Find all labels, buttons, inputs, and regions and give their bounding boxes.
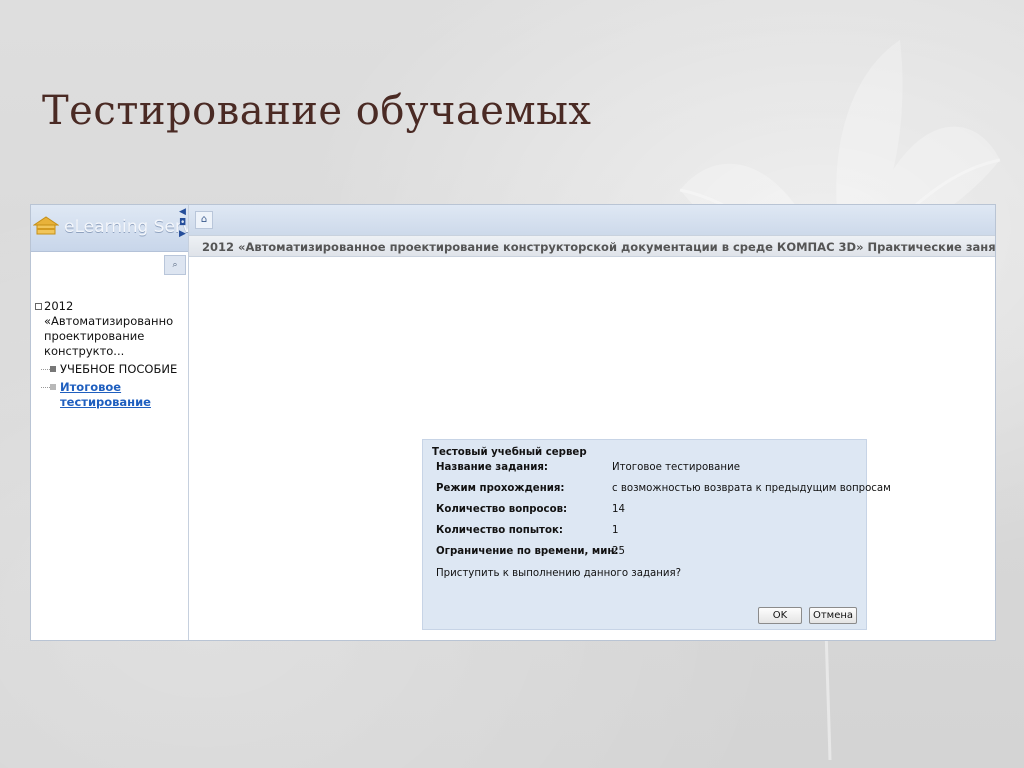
tree-connector [41, 369, 50, 370]
ok-button[interactable]: OK [758, 607, 802, 624]
course-title: 2012 «Автоматизированное проектирование … [189, 235, 995, 257]
home-icon[interactable]: ⌂ [195, 211, 213, 229]
start-prompt: Приступить к выполнению данного задания? [436, 568, 682, 579]
app-window: eLearning Serv ◀ ◘ ▶ ⌕ 2012 «Автоматизир… [30, 204, 996, 641]
row-value: 14 [612, 504, 625, 515]
info-row-questions: Количество вопросов: 14 [436, 504, 866, 518]
logo-text: eLearning Serv [64, 217, 189, 237]
row-label: Количество вопросов: [436, 504, 568, 515]
test-start-dialog: Тестовый учебный сервер Название задания… [422, 439, 891, 630]
row-label: Режим прохождения: [436, 483, 565, 494]
tree-root-label-line: проектирование [44, 329, 145, 343]
cancel-button[interactable]: Отмена [809, 607, 857, 624]
collapse-left-icon[interactable]: ◀ [179, 207, 188, 218]
row-label: Количество попыток: [436, 525, 563, 536]
house-icon [33, 216, 59, 235]
search-icon[interactable]: ⌕ [164, 255, 186, 275]
node-bullet-icon [50, 384, 56, 390]
node-bullet-icon [50, 366, 56, 372]
info-row-mode: Режим прохождения: с возможностью возвра… [436, 483, 891, 497]
row-label: Ограничение по времени, мин: [436, 546, 619, 557]
row-value: 1 [612, 525, 619, 536]
final-test-link[interactable]: Итоговое тестирование [60, 380, 151, 409]
info-row-attempts: Количество попыток: 1 [436, 525, 866, 539]
content-pane: ⌂ 2012 «Автоматизированное проектировани… [189, 205, 995, 640]
info-row-time-limit: Ограничение по времени, мин: 25 [436, 546, 866, 560]
tree-item-label: УЧЕБНОЕ ПОСОБИЕ [60, 362, 178, 376]
pane-collapse-controls[interactable]: ◀ ◘ ▶ [179, 207, 188, 245]
row-value: Итоговое тестирование [612, 462, 740, 473]
tree-root-label-line: 2012 «Автоматизированно [44, 299, 174, 328]
navigation-pane: eLearning Serv ◀ ◘ ▶ ⌕ 2012 «Автоматизир… [31, 205, 189, 640]
dialog-title: Тестовый учебный сервер [432, 447, 587, 458]
info-row-task-name: Название задания: Итоговое тестирование [436, 462, 866, 476]
tree-item-final-test[interactable]: Итоговое тестирование [35, 380, 188, 410]
link-line: Итоговое [60, 380, 122, 394]
tree-root-label-line: конструкто... [44, 344, 125, 358]
expand-right-icon[interactable]: ▶ [179, 229, 188, 240]
content-toolbar: ⌂ [189, 205, 995, 235]
link-line: тестирование [60, 395, 151, 409]
row-value: с возможностью возврата к предыдущим воп… [612, 483, 891, 494]
tree-root-item[interactable]: 2012 «Автоматизированно проектирование к… [35, 299, 188, 359]
course-tree: 2012 «Автоматизированно проектирование к… [35, 299, 188, 410]
collapse-node-icon[interactable] [35, 303, 42, 310]
row-value: 25 [612, 546, 625, 557]
tree-connector [41, 387, 50, 388]
slide-title: Тестирование обучаемых [42, 88, 592, 134]
tree-item-textbook[interactable]: УЧЕБНОЕ ПОСОБИЕ [35, 362, 188, 377]
logo-bar: eLearning Serv [31, 205, 188, 252]
expand-icon[interactable]: ◘ [179, 218, 188, 229]
row-label: Название задания: [436, 462, 548, 473]
